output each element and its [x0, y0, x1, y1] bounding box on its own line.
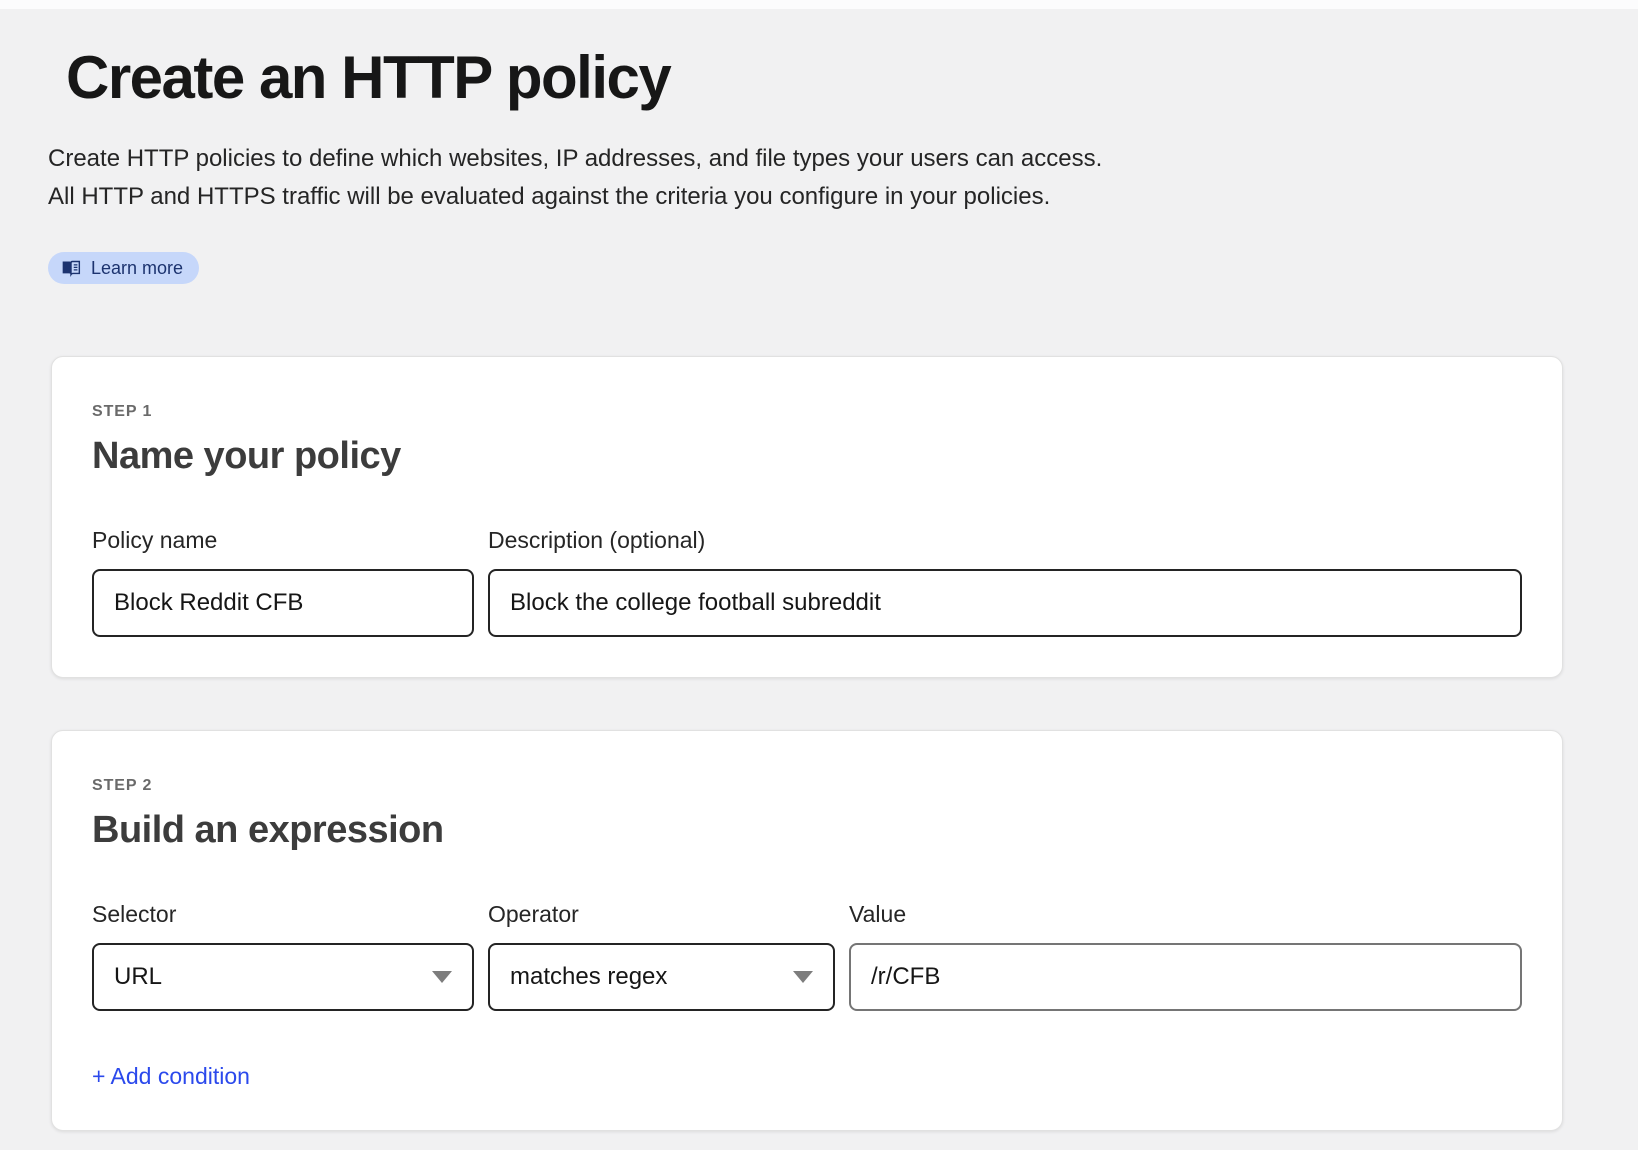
step1-heading: Name your policy	[92, 435, 1522, 478]
step2-card: STEP 2 Build an expression Selector URL …	[51, 730, 1563, 1131]
value-label: Value	[849, 901, 1522, 928]
step1-label: STEP 1	[92, 403, 1522, 421]
description-label: Description (optional)	[488, 527, 1522, 554]
chevron-down-icon	[793, 971, 813, 983]
create-http-policy-page: Create an HTTP policy Create HTTP polici…	[0, 43, 1638, 1131]
policy-name-label: Policy name	[92, 527, 474, 554]
value-input[interactable]	[849, 943, 1522, 1011]
learn-more-button[interactable]: Learn more	[48, 252, 199, 284]
step1-card: STEP 1 Name your policy Policy name Desc…	[51, 356, 1563, 678]
selector-dropdown[interactable]: URL	[92, 943, 474, 1011]
add-condition-link[interactable]: + Add condition	[92, 1063, 250, 1090]
step2-label: STEP 2	[92, 777, 1522, 795]
operator-field: Operator matches regex	[488, 901, 835, 1011]
top-strip	[0, 0, 1638, 9]
operator-dropdown[interactable]: matches regex	[488, 943, 835, 1011]
chevron-down-icon	[432, 971, 452, 983]
policy-name-field: Policy name	[92, 527, 474, 637]
page-description: Create HTTP policies to define which web…	[48, 140, 1575, 216]
step2-form-row: Selector URL Operator matches regex Valu…	[92, 901, 1522, 1011]
selector-label: Selector	[92, 901, 474, 928]
page-description-line1: Create HTTP policies to define which web…	[48, 140, 1575, 178]
page-title: Create an HTTP policy	[66, 43, 1575, 112]
book-icon	[61, 258, 81, 278]
selector-value: URL	[114, 963, 162, 991]
step2-heading: Build an expression	[92, 809, 1522, 852]
step1-form-row: Policy name Description (optional)	[92, 527, 1522, 637]
description-field: Description (optional)	[488, 527, 1522, 637]
operator-value: matches regex	[510, 963, 667, 991]
value-field: Value	[849, 901, 1522, 1011]
page-description-line2: All HTTP and HTTPS traffic will be evalu…	[48, 178, 1575, 216]
learn-more-label: Learn more	[91, 258, 183, 279]
selector-field: Selector URL	[92, 901, 474, 1011]
policy-name-input[interactable]	[92, 569, 474, 637]
operator-label: Operator	[488, 901, 835, 928]
description-input[interactable]	[488, 569, 1522, 637]
